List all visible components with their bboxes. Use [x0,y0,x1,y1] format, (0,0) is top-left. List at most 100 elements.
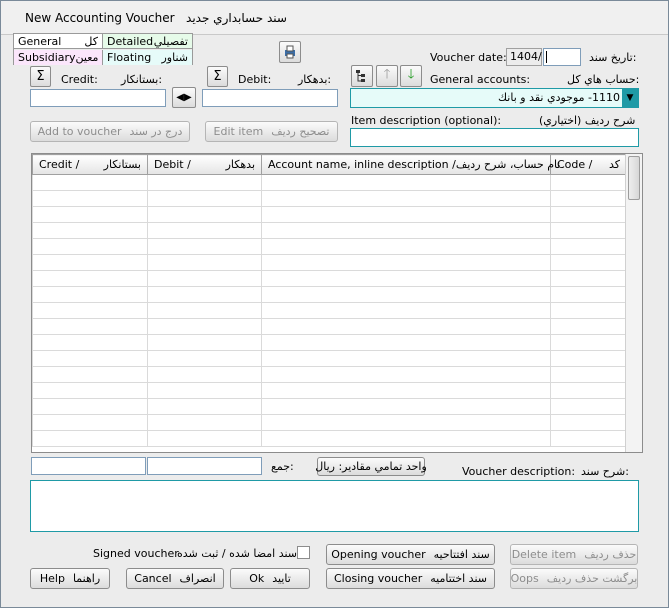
table-cell[interactable] [147,270,262,287]
table-row[interactable] [32,302,627,319]
table-cell[interactable] [550,190,627,207]
help-button[interactable]: Help راهنما [30,568,110,589]
table-row[interactable] [32,318,627,335]
move-down-button[interactable]: 🡓 [400,65,422,87]
table-cell[interactable] [550,222,627,239]
table-cell[interactable] [32,190,148,207]
table-row[interactable] [32,190,627,207]
table-row[interactable] [32,334,627,351]
table-cell[interactable] [147,222,262,239]
table-cell[interactable] [550,238,627,255]
table-cell[interactable] [550,414,627,431]
table-row[interactable] [32,222,627,239]
table-row[interactable] [32,174,627,191]
table-cell[interactable] [32,302,148,319]
table-cell[interactable] [32,286,148,303]
table-cell[interactable] [261,174,551,191]
add-to-voucher-button[interactable]: Add to voucher درج در سند [30,121,190,142]
table-cell[interactable] [550,350,627,367]
credit-input[interactable] [30,89,166,107]
table-cell[interactable] [32,366,148,383]
table-cell[interactable] [261,270,551,287]
move-up-button[interactable]: 🡑 [376,65,398,87]
table-row[interactable] [32,254,627,271]
table-cell[interactable] [147,206,262,223]
table-cell[interactable] [32,398,148,415]
column-header-code[interactable]: Code / كد [550,154,627,175]
voucher-items-grid[interactable]: Credit / بستانكار Debit / بدهكار Account n… [31,153,643,453]
table-cell[interactable] [550,318,627,335]
table-cell[interactable] [261,350,551,367]
table-row[interactable] [32,430,627,447]
debit-sum-button[interactable]: Σ [207,66,228,87]
voucher-date-input[interactable] [543,48,581,66]
dropdown-arrow-icon[interactable]: ▼ [622,89,638,107]
table-cell[interactable] [147,238,262,255]
print-button[interactable] [279,41,301,63]
table-cell[interactable] [147,366,262,383]
item-description-input[interactable] [350,128,639,147]
signed-voucher-checkbox[interactable] [297,546,310,559]
table-cell[interactable] [261,318,551,335]
general-account-select[interactable]: 1110- موجودي نقد و بانك ▼ [350,88,639,108]
table-cell[interactable] [32,222,148,239]
table-cell[interactable] [32,430,148,447]
table-cell[interactable] [147,318,262,335]
table-cell[interactable] [550,174,627,191]
swap-amounts-button[interactable]: ◀▶ [172,87,196,108]
debit-input[interactable] [202,89,338,107]
table-cell[interactable] [32,174,148,191]
table-cell[interactable] [32,318,148,335]
table-cell[interactable] [261,190,551,207]
table-cell[interactable] [147,302,262,319]
credit-sum-button[interactable]: Σ [30,66,51,87]
column-header-credit[interactable]: Credit / بستانكار [32,154,148,175]
table-cell[interactable] [550,382,627,399]
table-cell[interactable] [550,302,627,319]
table-cell[interactable] [32,414,148,431]
closing-voucher-button[interactable]: Closing voucher سند اختتاميه [326,568,495,589]
column-header-debit[interactable]: Debit / بدهكار [147,154,262,175]
table-cell[interactable] [147,254,262,271]
table-cell[interactable] [261,206,551,223]
table-cell[interactable] [32,270,148,287]
table-cell[interactable] [261,302,551,319]
table-row[interactable] [32,398,627,415]
table-cell[interactable] [261,382,551,399]
voucher-description-textarea[interactable] [30,480,639,532]
table-cell[interactable] [550,334,627,351]
table-cell[interactable] [261,238,551,255]
opening-voucher-button[interactable]: Opening voucher سند افتتاحيه [326,544,495,565]
table-cell[interactable] [550,254,627,271]
table-cell[interactable] [550,366,627,383]
table-cell[interactable] [32,238,148,255]
table-cell[interactable] [550,398,627,415]
table-cell[interactable] [261,366,551,383]
table-cell[interactable] [147,286,262,303]
table-row[interactable] [32,366,627,383]
table-cell[interactable] [261,430,551,447]
table-cell[interactable] [147,174,262,191]
table-cell[interactable] [32,254,148,271]
table-cell[interactable] [147,414,262,431]
table-cell[interactable] [261,414,551,431]
table-row[interactable] [32,286,627,303]
table-cell[interactable] [147,334,262,351]
table-cell[interactable] [261,222,551,239]
table-row[interactable] [32,270,627,287]
table-cell[interactable] [147,350,262,367]
table-cell[interactable] [147,382,262,399]
table-row[interactable] [32,238,627,255]
table-row[interactable] [32,414,627,431]
table-cell[interactable] [261,286,551,303]
table-row[interactable] [32,350,627,367]
table-cell[interactable] [32,382,148,399]
table-cell[interactable] [147,190,262,207]
table-cell[interactable] [550,270,627,287]
table-row[interactable] [32,382,627,399]
edit-item-button[interactable]: Edit item تصحيح رديف [205,121,338,142]
column-header-account[interactable]: Account name, inline description / نام حس… [261,154,560,175]
table-cell[interactable] [147,430,262,447]
delete-item-button[interactable]: Delete item حذف رديف [510,544,638,565]
table-cell[interactable] [550,430,627,447]
